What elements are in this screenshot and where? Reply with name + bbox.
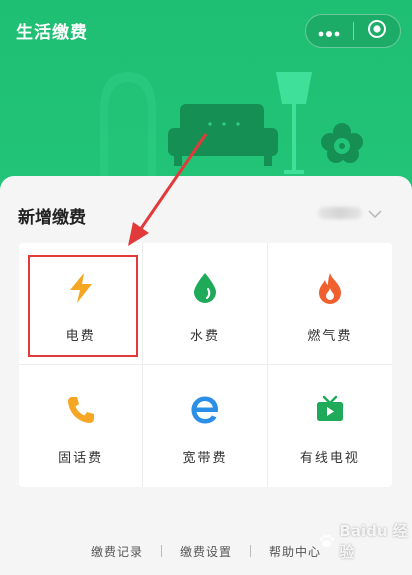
service-label: 燃气费: [307, 329, 353, 344]
service-tile-landline[interactable]: 固话费: [19, 365, 144, 487]
service-grid: 电费 水费 燃气费 固话费 宽带费 有线电视: [19, 243, 392, 487]
lightning-icon: [64, 271, 98, 305]
more-button[interactable]: [306, 15, 353, 47]
chevron-down-icon: [368, 204, 382, 223]
payment-history-link[interactable]: 缴费记录: [73, 543, 161, 560]
service-tile-gas[interactable]: 燃气费: [267, 243, 392, 365]
close-miniprogram-button[interactable]: [353, 15, 400, 47]
tv-icon: [313, 393, 347, 427]
service-tile-broadband[interactable]: 宽带费: [143, 365, 268, 487]
region-picker[interactable]: [318, 202, 382, 224]
browser-e-icon: [188, 393, 222, 427]
app-title: 生活缴费: [16, 23, 88, 43]
paw-icon: [319, 534, 335, 548]
baidu-watermark: Baidu 经验: [318, 520, 412, 562]
section-title: 新增缴费: [18, 208, 86, 228]
service-tile-cable-tv[interactable]: 有线电视: [268, 365, 392, 487]
payment-settings-link[interactable]: 缴费设置: [162, 543, 250, 560]
watermark-text: Baidu 经验: [339, 522, 408, 561]
service-label: 有线电视: [299, 451, 360, 466]
header-banner: 生活缴费: [0, 0, 412, 200]
service-label: 固话费: [58, 451, 104, 466]
target-circle-icon: [367, 19, 387, 43]
service-tile-water[interactable]: 水费: [143, 243, 268, 365]
region-name-blurred: [318, 207, 362, 219]
payment-card: 新增缴费 电费 水费 燃气费 固话费 宽带费 有线电视 缴费记录 缴费设置 帮助…: [0, 176, 412, 575]
service-label: 电费: [65, 329, 96, 344]
phone-icon: [64, 393, 98, 427]
miniprogram-capsule: [305, 14, 401, 48]
more-dots-icon: [318, 22, 340, 41]
service-label: 水费: [189, 329, 220, 344]
water-drop-icon: [188, 271, 222, 305]
service-tile-electricity[interactable]: 电费: [19, 243, 144, 365]
service-label: 宽带费: [182, 451, 228, 466]
flame-icon: [313, 271, 347, 305]
